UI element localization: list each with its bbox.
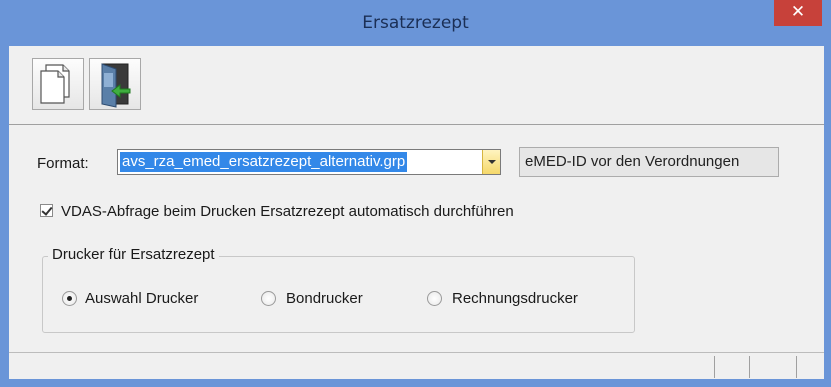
toolbar-separator — [9, 124, 824, 125]
window-title: Ersatzrezept — [362, 13, 469, 33]
document-icon — [40, 64, 70, 104]
dialog-window: Ersatzrezept ✕ Format: avs_rza_emed_ersa… — [0, 0, 831, 387]
radio-label-rechnungsdrucker[interactable]: Rechnungsdrucker — [452, 290, 578, 307]
emed-id-button[interactable]: eMED-ID vor den Verordnungen — [519, 147, 779, 177]
exit-door-icon — [101, 63, 131, 108]
vdas-checkbox-label[interactable]: VDAS-Abfrage beim Drucken Ersatzrezept a… — [61, 203, 514, 220]
status-divider — [714, 356, 715, 378]
new-document-button[interactable] — [32, 58, 84, 110]
exit-button[interactable] — [89, 58, 141, 110]
dialog-body: Format: avs_rza_emed_ersatzrezept_altern… — [9, 46, 824, 379]
title-bar[interactable]: Ersatzrezept ✕ — [0, 0, 831, 46]
format-combobox-value: avs_rza_emed_ersatzrezept_alternativ.grp — [120, 152, 408, 172]
vdas-checkbox[interactable] — [40, 204, 53, 217]
radio-bondrucker[interactable] — [261, 291, 276, 306]
radio-auswahl-drucker[interactable] — [62, 291, 77, 306]
status-divider — [796, 356, 797, 378]
status-bar — [9, 352, 824, 379]
close-button[interactable]: ✕ — [774, 0, 822, 26]
format-combobox[interactable]: avs_rza_emed_ersatzrezept_alternativ.grp — [117, 149, 501, 175]
format-label: Format: — [37, 155, 89, 172]
radio-label-auswahl-drucker[interactable]: Auswahl Drucker — [85, 290, 198, 307]
status-divider — [749, 356, 750, 378]
radio-rechnungsdrucker[interactable] — [427, 291, 442, 306]
printer-group-legend: Drucker für Ersatzrezept — [48, 246, 219, 263]
radio-label-bondrucker[interactable]: Bondrucker — [286, 290, 363, 307]
toolbar — [9, 46, 824, 124]
chevron-down-icon[interactable] — [482, 150, 500, 174]
